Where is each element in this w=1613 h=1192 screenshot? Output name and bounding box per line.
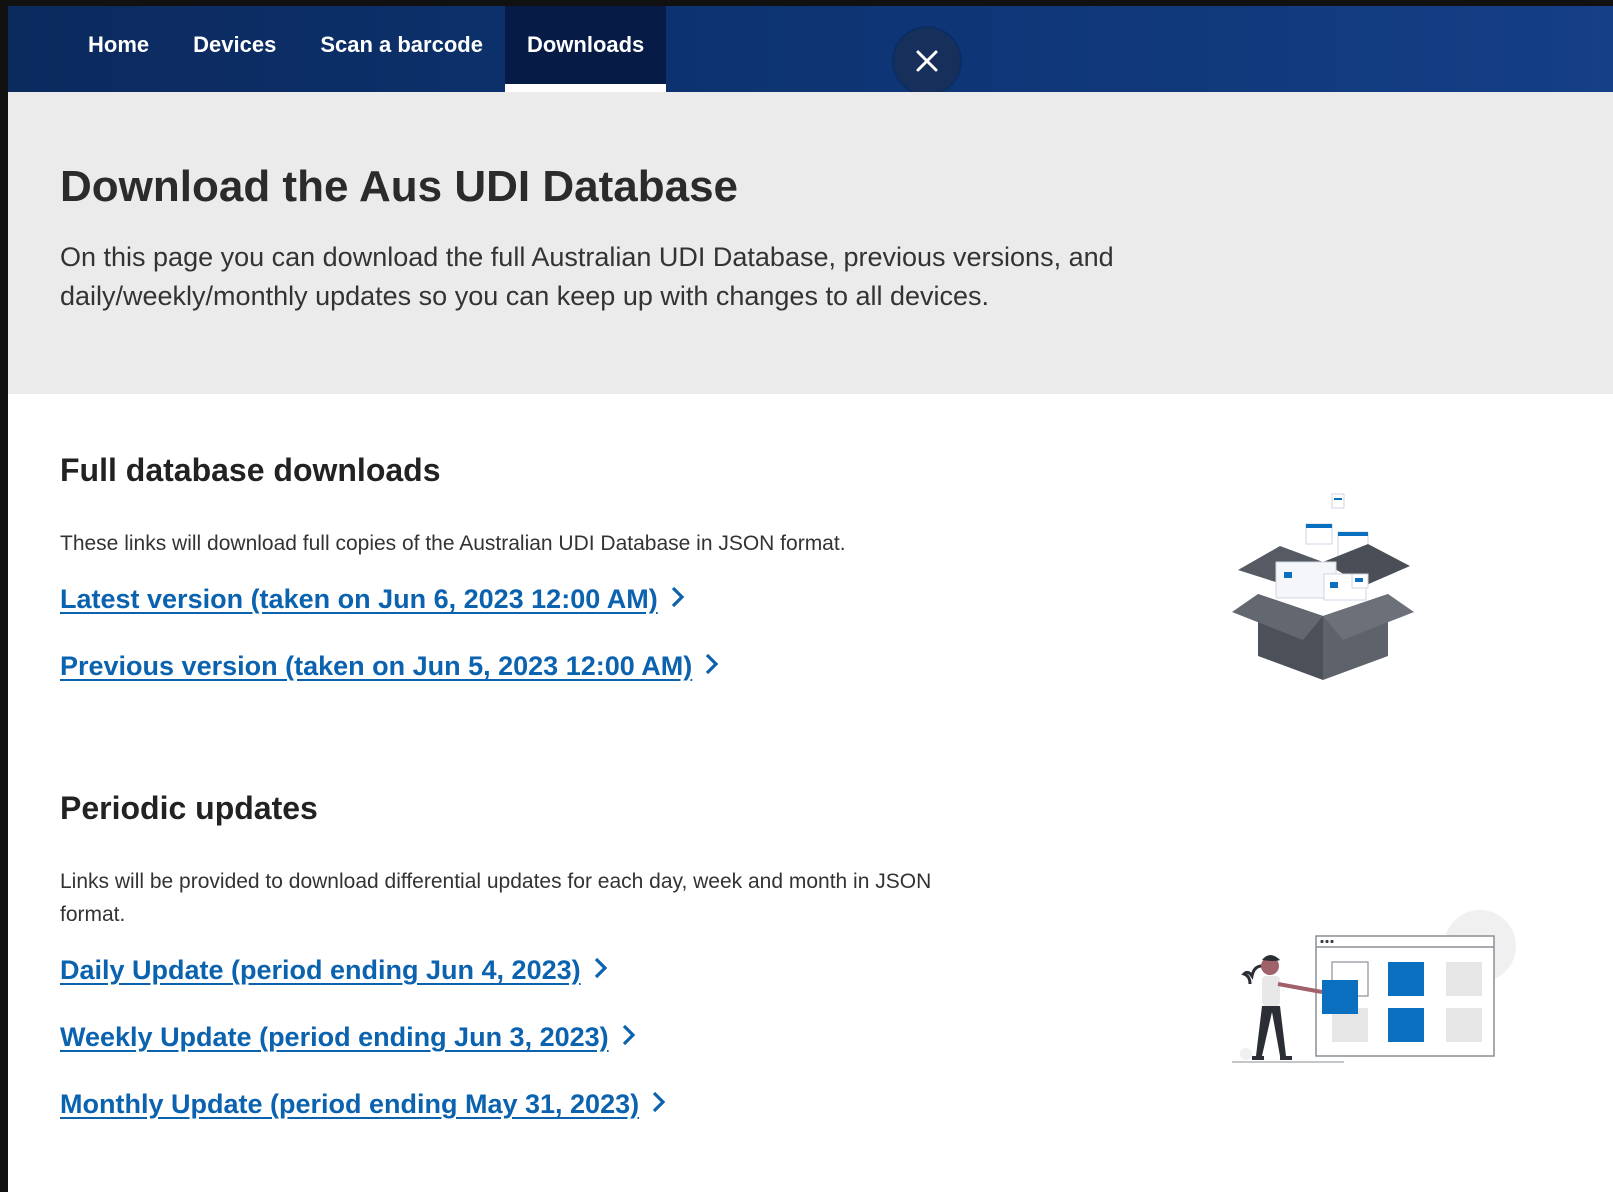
chevron-right-icon xyxy=(593,955,609,986)
hero-banner: Download the Aus UDI Database On this pa… xyxy=(8,92,1613,394)
nav-item-downloads[interactable]: Downloads xyxy=(504,6,667,92)
weekly-update-link[interactable]: Weekly Update (period ending Jun 3, 2023… xyxy=(60,1022,1100,1053)
latest-version-link[interactable]: Latest version (taken on Jun 6, 2023 12:… xyxy=(60,584,1100,615)
chevron-right-icon xyxy=(704,651,720,682)
latest-version-link-label: Latest version (taken on Jun 6, 2023 12:… xyxy=(60,584,658,614)
chevron-right-icon xyxy=(651,1089,667,1120)
close-button[interactable] xyxy=(894,28,960,94)
full-downloads-description: These links will download full copies of… xyxy=(60,532,846,555)
page-title: Download the Aus UDI Database xyxy=(60,162,739,211)
chevron-right-icon xyxy=(621,1022,637,1053)
nav-item-devices[interactable]: Devices xyxy=(171,6,298,92)
monthly-update-link[interactable]: Monthly Update (period ending May 31, 20… xyxy=(60,1089,1100,1120)
nav-item-scan-barcode[interactable]: Scan a barcode xyxy=(298,6,505,92)
close-icon xyxy=(916,50,938,72)
nav-item-home[interactable]: Home xyxy=(66,6,171,92)
open-box-illustration xyxy=(1228,490,1418,695)
periodic-updates-heading: Periodic updates xyxy=(60,790,318,826)
daily-update-link-label: Daily Update (period ending Jun 4, 2023) xyxy=(60,955,581,985)
periodic-updates-section: Periodic updates Links will be provided … xyxy=(60,790,1100,1120)
periodic-updates-description: Links will be provided to download diffe… xyxy=(60,870,932,926)
nav-items: Home Devices Scan a barcode Downloads xyxy=(66,6,667,92)
chevron-right-icon xyxy=(670,584,686,615)
full-downloads-links: Latest version (taken on Jun 6, 2023 12:… xyxy=(60,584,1100,682)
previous-version-link[interactable]: Previous version (taken on Jun 5, 2023 1… xyxy=(60,651,1100,682)
top-navigation: Home Devices Scan a barcode Downloads xyxy=(8,6,1613,94)
person-with-blocks-illustration xyxy=(1232,906,1522,1101)
daily-update-link[interactable]: Daily Update (period ending Jun 4, 2023) xyxy=(60,955,1100,986)
page-intro: On this page you can download the full A… xyxy=(60,242,1114,311)
weekly-update-link-label: Weekly Update (period ending Jun 3, 2023… xyxy=(60,1022,609,1052)
monthly-update-link-label: Monthly Update (period ending May 31, 20… xyxy=(60,1089,640,1119)
full-downloads-heading: Full database downloads xyxy=(60,452,441,488)
periodic-updates-links: Daily Update (period ending Jun 4, 2023)… xyxy=(60,955,1100,1120)
previous-version-link-label: Previous version (taken on Jun 5, 2023 1… xyxy=(60,651,693,681)
full-downloads-section: Full database downloads These links will… xyxy=(60,452,1100,682)
